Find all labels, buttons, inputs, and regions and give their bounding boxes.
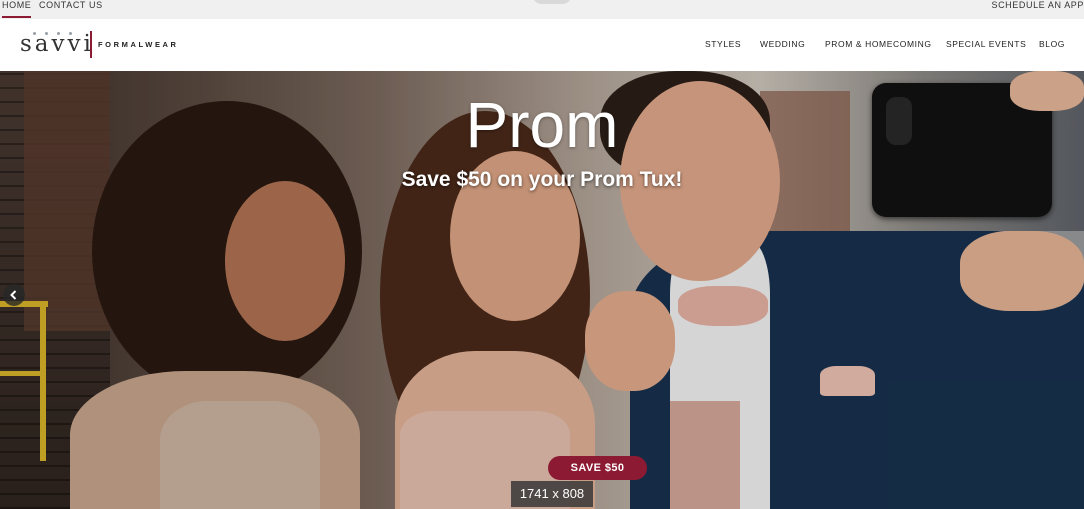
utility-bar: HOME CONTACT US SCHEDULE AN APP [0, 0, 1084, 19]
utility-link-contact-us[interactable]: CONTACT US [39, 0, 103, 18]
image-dimensions-badge: 1741 x 808 [511, 481, 593, 507]
utility-link-home[interactable]: HOME [2, 0, 32, 18]
hero-title: Prom [465, 89, 619, 161]
hero-slider: Prom Save $50 on your Prom Tux! SAVE $50… [0, 71, 1084, 509]
main-nav: STYLES WEDDING PROM & HOMECOMING SPECIAL… [0, 39, 1084, 53]
utility-link-schedule-appointment[interactable]: SCHEDULE AN APP [991, 0, 1084, 18]
nav-item-special-events[interactable]: SPECIAL EVENTS [946, 39, 1026, 49]
slider-prev-button[interactable] [3, 284, 25, 306]
nav-item-wedding[interactable]: WEDDING [760, 39, 805, 49]
nav-item-prom-homecoming[interactable]: PROM & HOMECOMING [825, 39, 932, 49]
save-50-button[interactable]: SAVE $50 [548, 456, 647, 480]
nav-item-styles[interactable]: STYLES [705, 39, 741, 49]
hero-subtitle: Save $50 on your Prom Tux! [401, 168, 683, 191]
nav-item-blog[interactable]: BLOG [1039, 39, 1065, 49]
chevron-left-icon [9, 289, 19, 303]
utility-tab-decoration [532, 0, 572, 4]
main-header: savvi FORMALWEAR STYLES WEDDING PROM & H… [0, 19, 1084, 71]
